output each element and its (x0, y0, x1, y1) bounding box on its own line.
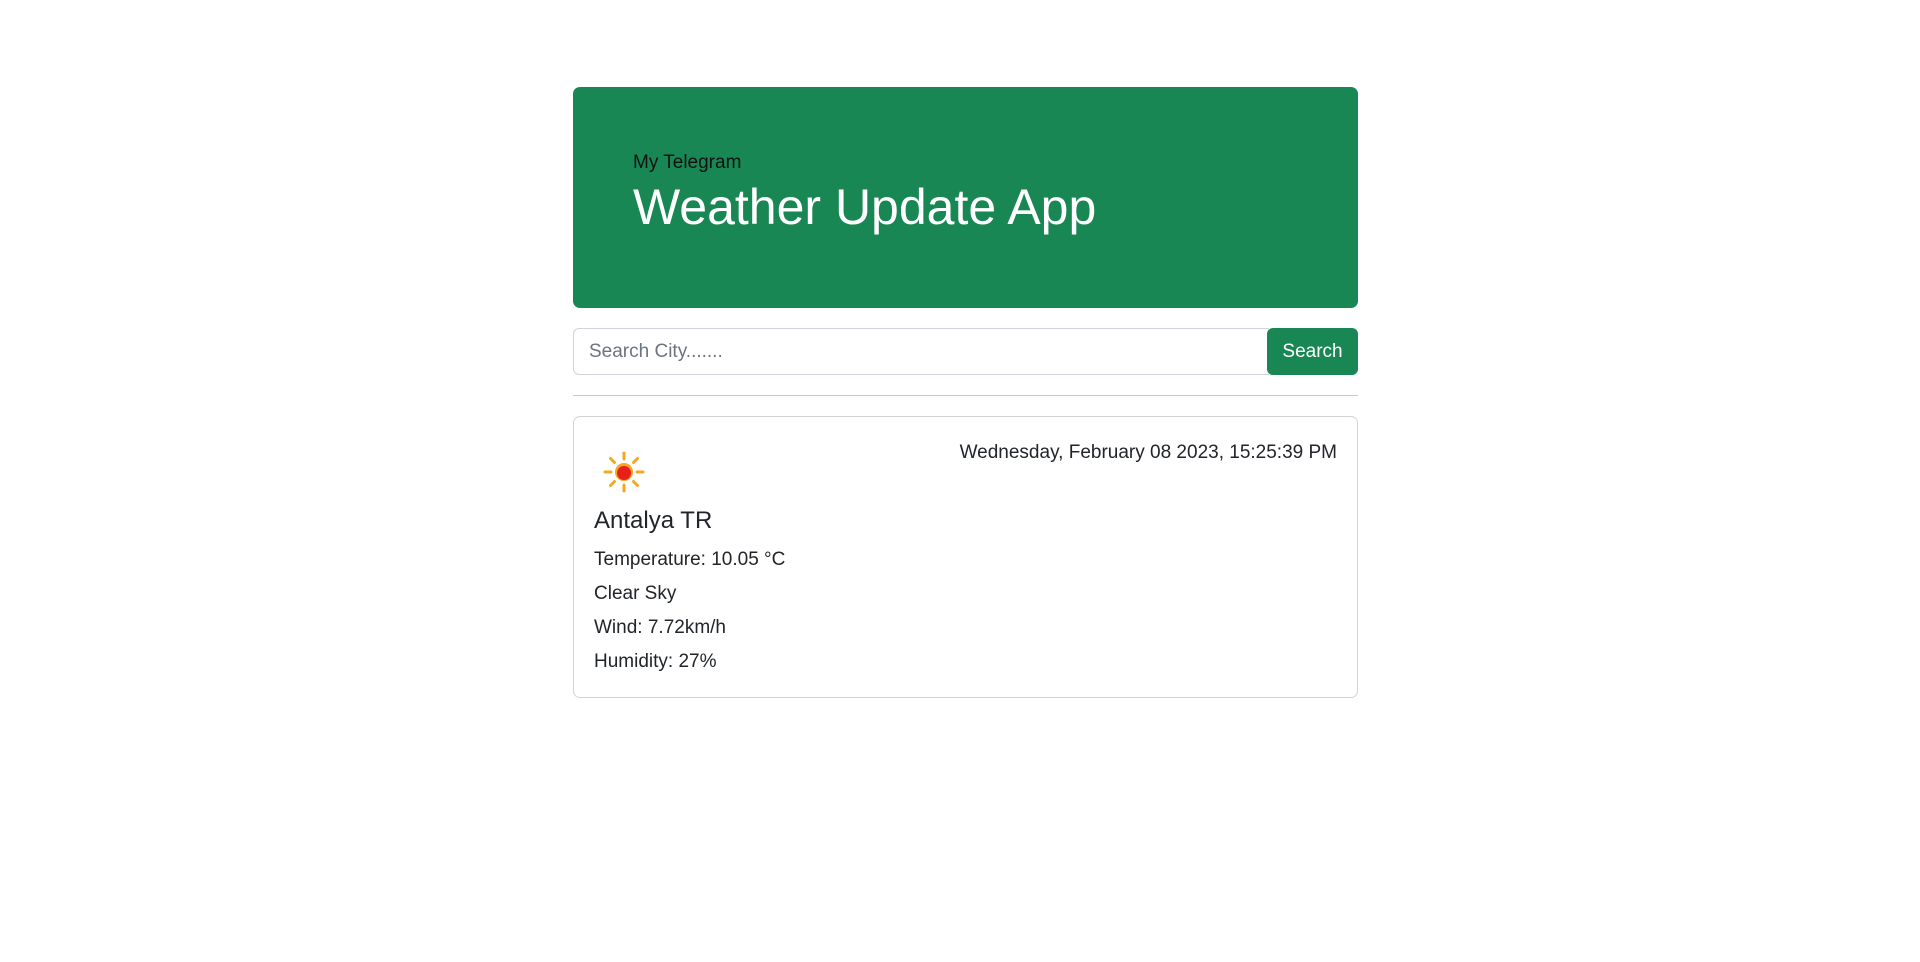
temperature-text: Temperature: 10.05 °C (594, 549, 786, 570)
search-bar: Search (573, 328, 1358, 375)
weather-card: Wednesday, February 08 2023, 15:25:39 PM… (573, 416, 1358, 698)
header-subtitle: My Telegram (633, 152, 742, 173)
wind-text: Wind: 7.72km/h (594, 617, 726, 638)
city-name: Antalya TR (594, 507, 713, 534)
humidity-text: Humidity: 27% (594, 651, 717, 672)
search-input[interactable] (573, 328, 1269, 375)
weather-description: Clear Sky (594, 583, 677, 604)
clear-sky-sun-icon (603, 451, 645, 493)
app-container: My Telegram Weather Update App Search We… (573, 87, 1358, 698)
divider (573, 395, 1358, 396)
weather-datetime: Wednesday, February 08 2023, 15:25:39 PM (959, 442, 1337, 463)
page-title: Weather Update App (633, 179, 1097, 235)
header-banner: My Telegram Weather Update App (573, 87, 1358, 308)
search-button[interactable]: Search (1267, 328, 1358, 375)
